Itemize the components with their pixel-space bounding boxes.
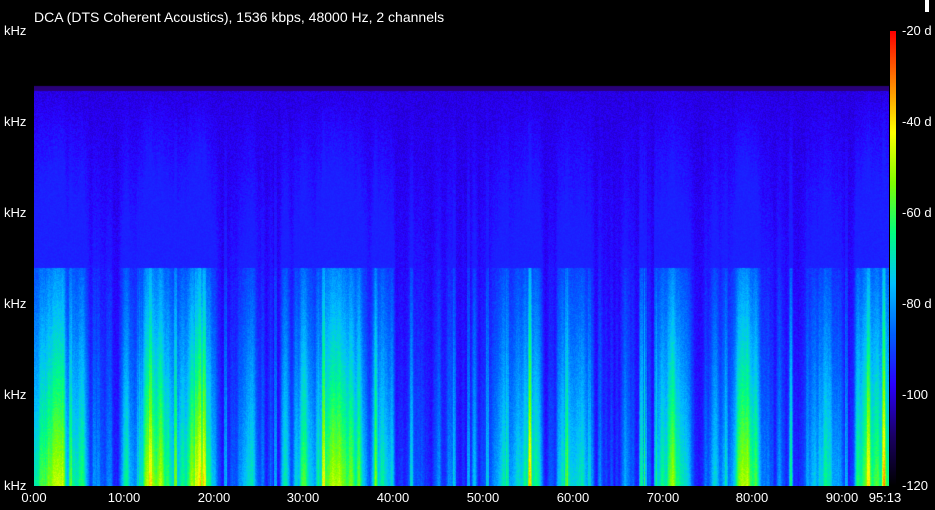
colorbar-tick-label: -60 d: [902, 205, 932, 220]
x-tick-label: 70:00: [646, 490, 680, 505]
x-tick-label: 20:00: [197, 490, 231, 505]
x-tick-label: 60:00: [556, 490, 590, 505]
y-tick-label: kHz: [4, 387, 27, 402]
y-tick-label: kHz: [4, 296, 27, 311]
spectrogram-canvas: [34, 31, 889, 486]
colorbar-canvas: [890, 31, 896, 486]
x-tick-label: 50:00: [466, 490, 500, 505]
y-tick-label: kHz: [4, 114, 27, 129]
colorbar-tick-label: -20 d: [902, 23, 932, 38]
x-tick-label: 40:00: [376, 490, 410, 505]
x-tick-label: 95:13: [868, 490, 902, 505]
colorbar-tick-label: -80 d: [902, 296, 932, 311]
y-tick-label: kHz: [4, 23, 27, 38]
chart-title: DCA (DTS Coherent Acoustics), 1536 kbps,…: [34, 9, 445, 25]
colorbar-tick-label: -100: [902, 387, 929, 402]
x-tick-label: 10:00: [107, 490, 141, 505]
x-tick-label: 80:00: [735, 490, 769, 505]
spectrogram-plot: [34, 31, 889, 486]
colorbar-tick-label: -120: [902, 478, 929, 493]
y-tick-label: kHz: [4, 205, 27, 220]
spectrogram-window: DCA (DTS Coherent Acoustics), 1536 kbps,…: [0, 0, 935, 510]
colorbar-tick-label: -40 d: [902, 114, 932, 129]
colorbar: [890, 31, 896, 486]
x-tick-label: 30:00: [286, 490, 320, 505]
window-edge-mark: [925, 0, 929, 12]
x-tick-label: 0:00: [21, 490, 47, 505]
x-tick-label: 90:00: [825, 490, 859, 505]
